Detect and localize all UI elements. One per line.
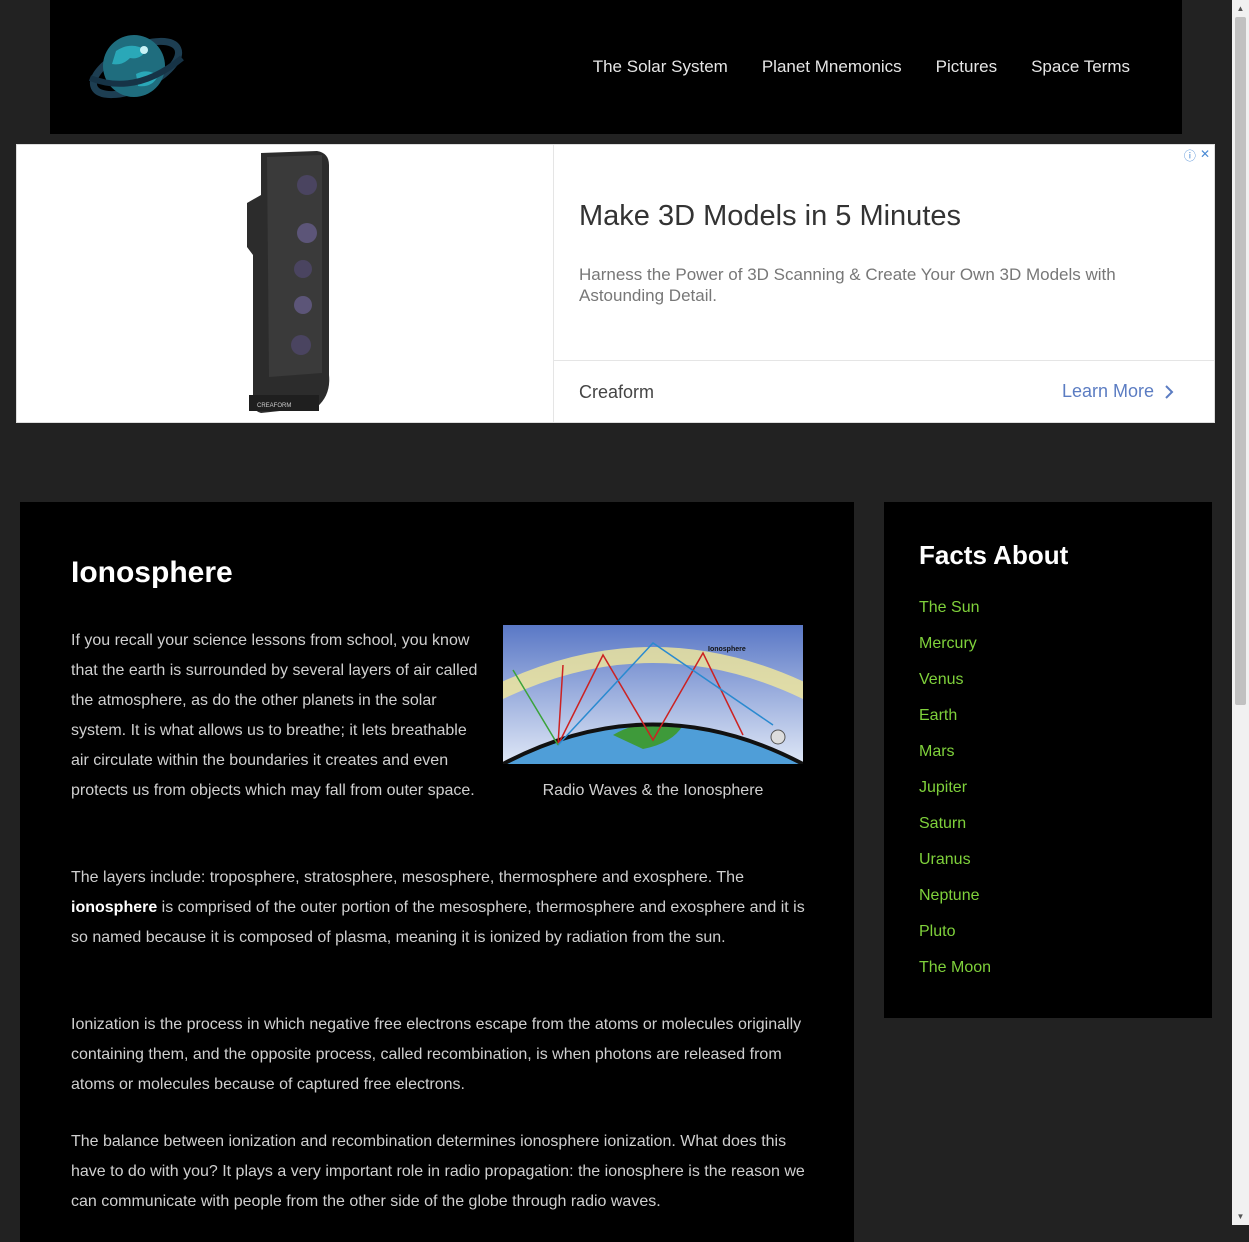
- nav-planet-mnemonics[interactable]: Planet Mnemonics: [762, 57, 902, 77]
- ad-choices[interactable]: ⓘ ✕: [1184, 147, 1210, 164]
- planet-logo-icon: [88, 35, 184, 99]
- sidebar-item-moon[interactable]: The Moon: [919, 959, 991, 995]
- article-paragraph-ionization: Ionization is the process in which negat…: [71, 1016, 802, 1093]
- close-icon[interactable]: ✕: [1200, 147, 1210, 164]
- article-intro: If you recall your science lessons from …: [71, 632, 478, 799]
- ad-product-image[interactable]: CREAFORM: [17, 145, 553, 422]
- article-figure: Ionosphere Radio Waves & the Ionosphere: [503, 625, 803, 800]
- article-panel: Ionosphere If you recall your science le…: [20, 502, 854, 1242]
- sidebar-item-sun[interactable]: The Sun: [919, 599, 991, 635]
- nav-pictures[interactable]: Pictures: [936, 57, 997, 77]
- facts-list: The Sun Mercury Venus Earth Mars Jupiter…: [919, 599, 991, 995]
- sidebar-item-earth[interactable]: Earth: [919, 707, 991, 743]
- sidebar-item-saturn[interactable]: Saturn: [919, 815, 991, 851]
- sidebar-facts: Facts About The Sun Mercury Venus Earth …: [884, 502, 1212, 1018]
- sidebar-title: Facts About: [919, 540, 1069, 570]
- ad-divider: [553, 145, 554, 422]
- sidebar-item-uranus[interactable]: Uranus: [919, 851, 991, 887]
- page-scrollbar[interactable]: ▲ ▼: [1232, 0, 1249, 1225]
- ionosphere-diagram-image: Ionosphere: [503, 625, 803, 764]
- 3d-scanner-image: CREAFORM: [17, 145, 553, 422]
- info-icon[interactable]: ⓘ: [1184, 147, 1196, 164]
- ad-brand: Creaform: [579, 382, 655, 402]
- figure-caption: Radio Waves & the Ionosphere: [542, 782, 764, 799]
- ad-headline[interactable]: Make 3D Models in 5 Minutes: [579, 200, 961, 233]
- main-nav: The Solar System Planet Mnemonics Pictur…: [593, 57, 1130, 77]
- scroll-up-icon[interactable]: ▲: [1232, 0, 1249, 17]
- sidebar-item-pluto[interactable]: Pluto: [919, 923, 991, 959]
- scroll-thumb[interactable]: [1235, 17, 1246, 705]
- chevron-right-icon: [1165, 384, 1174, 399]
- ionosphere-link[interactable]: ionosphere: [71, 899, 157, 916]
- sidebar-item-jupiter[interactable]: Jupiter: [919, 779, 991, 815]
- advertisement[interactable]: CREAFORM ⓘ ✕ Make 3D Models in 5 Minutes…: [16, 144, 1215, 423]
- article-paragraph-balance: The balance between ionization and recom…: [71, 1133, 805, 1210]
- sidebar-item-mercury[interactable]: Mercury: [919, 635, 991, 671]
- article-paragraph-layers: The layers include: troposphere, stratos…: [71, 869, 805, 946]
- nav-solar-system[interactable]: The Solar System: [593, 57, 728, 77]
- page-title: Ionosphere: [71, 556, 233, 589]
- learn-more-button[interactable]: Learn More: [1062, 381, 1174, 402]
- sidebar-item-neptune[interactable]: Neptune: [919, 887, 991, 923]
- ad-description: Harness the Power of 3D Scanning & Creat…: [579, 265, 1116, 305]
- learn-more-label: Learn More: [1062, 381, 1155, 401]
- site-logo[interactable]: [86, 26, 186, 106]
- ad-device-label: CREAFORM: [257, 403, 291, 409]
- site-header: The Solar System Planet Mnemonics Pictur…: [50, 0, 1182, 134]
- ad-separator: [554, 360, 1214, 361]
- figure-ionosphere-label: Ionosphere: [708, 646, 746, 653]
- nav-space-terms[interactable]: Space Terms: [1031, 57, 1130, 77]
- scroll-down-icon[interactable]: ▼: [1232, 1208, 1249, 1225]
- sidebar-item-mars[interactable]: Mars: [919, 743, 991, 779]
- sidebar-item-venus[interactable]: Venus: [919, 671, 991, 707]
